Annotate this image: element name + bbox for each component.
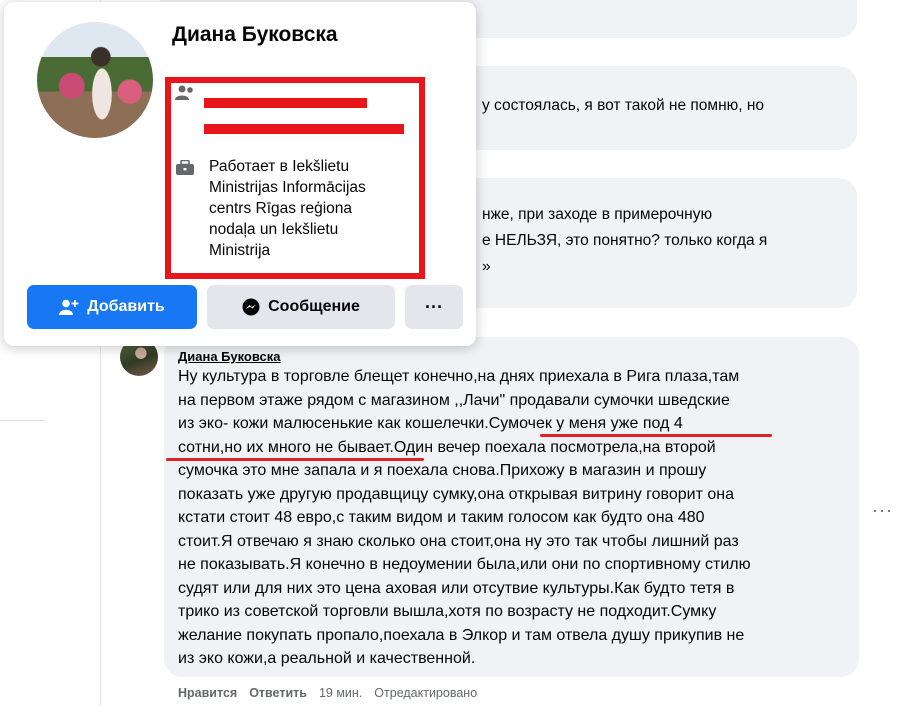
profile-name[interactable]: Диана Буковска <box>172 23 338 47</box>
profile-hover-card: Диана Буковска Работает в Iekšlietu Mini… <box>4 2 476 346</box>
like-link[interactable]: Нравится <box>178 686 237 700</box>
comment-line: не показывать.Я конечно в недоумении был… <box>178 556 751 573</box>
comment-line: желание покупать пропало,поехала в Элкор… <box>178 626 745 644</box>
comment-line: показать уже другую продавщицу сумку,она… <box>178 485 734 503</box>
comment-3-line: е НЕЛЬЗЯ, это понятно? только когда я <box>482 232 768 249</box>
person-add-icon <box>59 299 79 315</box>
comment-line: сумочка это мне запала и я поехала снова… <box>178 462 707 479</box>
message-label: Сообщение <box>268 298 360 315</box>
comment-line: трико из советской торговли вышла,хотя п… <box>178 603 717 620</box>
highlight-underline <box>540 434 772 437</box>
comment-bubble-main: Диана Буковска Ну культура в торговле бл… <box>164 337 859 677</box>
comment-body: Ну культура в торговле блещет конечно,на… <box>178 365 850 671</box>
comment-actions: Нравится Ответить 19 мин. Отредактирован… <box>178 686 477 700</box>
add-friend-button[interactable]: Добавить <box>27 285 197 329</box>
messenger-icon <box>242 298 260 316</box>
comment-line: на первом этаже рядом с магазином ,,Лачи… <box>178 391 730 409</box>
comment-line: Ну культура в торговле блещет конечно,на… <box>178 368 740 385</box>
edited-label: Отредактировано <box>374 686 478 700</box>
comment-2-text: у состоялась, я вот такой не помню, но <box>482 97 765 114</box>
message-button[interactable]: Сообщение <box>207 285 395 329</box>
add-friend-label: Добавить <box>87 298 165 315</box>
comment-line: стоит.Я отвечаю я знаю сколько она стоит… <box>178 532 739 550</box>
comment-line: из эко- кожи малюсенькие как кошелечки.С… <box>178 415 683 432</box>
left-separator <box>0 420 45 421</box>
highlight-box <box>165 77 425 279</box>
reply-link[interactable]: Ответить <box>249 686 307 700</box>
comment-line: сотни,но их много не бывает.Один вечер п… <box>178 438 716 456</box>
comment-line: судят или для них это цена аховая или от… <box>178 579 735 597</box>
comment-time[interactable]: 19 мин. <box>319 686 362 700</box>
comment-line: кстати стоит 48 евро,с таким видом и так… <box>178 509 705 526</box>
comment-line: из эко кожи,а реальной и качественной. <box>178 650 476 667</box>
profile-avatar[interactable] <box>37 22 153 138</box>
highlight-underline <box>166 458 424 461</box>
comment-3-line: нже, при заходе в примерочную <box>482 206 713 223</box>
comment-3-line: » <box>482 258 491 275</box>
more-icon[interactable]: ··· <box>405 285 463 329</box>
comment-more-icon[interactable]: ··· <box>872 500 893 521</box>
comment-author[interactable]: Диана Буковска <box>178 347 281 367</box>
